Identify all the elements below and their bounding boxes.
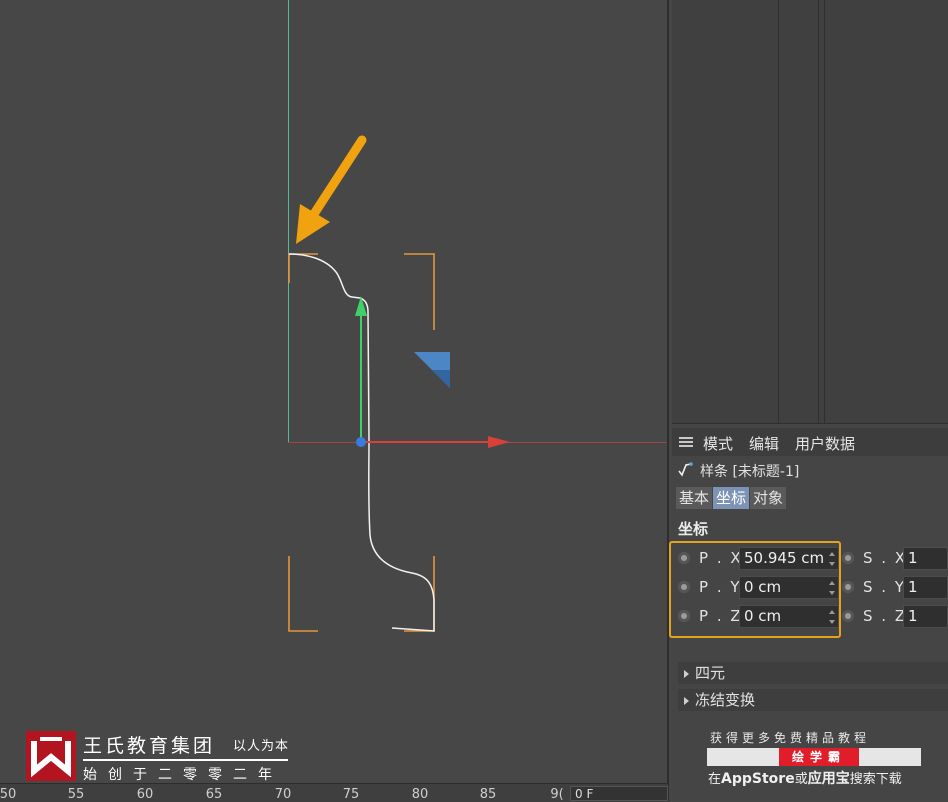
- promo-top-text: 获得更多免费精品教程: [710, 731, 871, 745]
- ruler-tick: 50: [0, 787, 17, 802]
- menu-user-data[interactable]: 用户数据: [795, 433, 855, 454]
- group-label: 冻结变换: [695, 691, 756, 709]
- company-logo: [26, 731, 76, 781]
- company-name: 王氏教育集团: [83, 735, 216, 757]
- ruler-tick: 70: [274, 787, 292, 802]
- triangle-right-icon: [684, 670, 689, 678]
- menu-edit[interactable]: 编辑: [749, 433, 779, 454]
- animate-radio[interactable]: [678, 610, 690, 622]
- y-axis-arrow[interactable]: [355, 296, 367, 316]
- sx-value: 1: [908, 549, 918, 567]
- promo-mid: 或: [794, 772, 808, 787]
- pz-label: P . Z: [699, 607, 743, 625]
- column-divider: [778, 0, 779, 423]
- column-divider: [824, 0, 825, 423]
- field-row-px: P . X 50.945 cm S . X 1: [672, 546, 948, 572]
- section-title: 坐标: [678, 520, 709, 538]
- group-label: 四元: [695, 664, 726, 682]
- px-value: 50.945 cm: [744, 549, 825, 567]
- menu-mode[interactable]: 模式: [703, 433, 733, 454]
- plane-handle-shade: [432, 370, 450, 388]
- sy-label: S . Y: [863, 578, 906, 596]
- gizmo-origin[interactable]: [356, 437, 366, 447]
- promo-store: 应用宝: [807, 771, 850, 787]
- animate-radio[interactable]: [678, 581, 690, 593]
- column-divider: [818, 0, 819, 423]
- spline-icon: [678, 462, 693, 477]
- object-title: 样条 [未标题-1]: [700, 464, 800, 480]
- object-header: 样条 [未标题-1]: [672, 458, 948, 482]
- promo-banner: 获得更多免费精品教程 绘学霸 在AppStore或应用宝搜索下载: [707, 727, 927, 787]
- object-manager-panel[interactable]: [672, 0, 948, 423]
- animate-radio[interactable]: [842, 581, 854, 593]
- ruler-tick: 80: [411, 787, 429, 802]
- py-label: P . Y: [699, 578, 742, 596]
- attribute-tabs: 基本 坐标 对象: [676, 487, 787, 509]
- panel-divider[interactable]: [672, 423, 948, 424]
- company-founded: 始创于二零零二年: [83, 767, 283, 783]
- x-axis-arrow[interactable]: [488, 436, 510, 448]
- triangle-right-icon: [684, 697, 689, 705]
- ruler-tick: 60: [136, 787, 154, 802]
- annotation-arrow-shaft: [309, 135, 367, 219]
- ruler-tick: 65: [205, 787, 223, 802]
- timeline-ruler[interactable]: 50 55 60 65 70 75 80 85 9(: [0, 783, 668, 802]
- tab-object[interactable]: 对象: [750, 487, 787, 509]
- tab-basic[interactable]: 基本: [676, 487, 713, 509]
- sx-label: S . X: [863, 549, 908, 567]
- sy-input[interactable]: 1: [903, 576, 948, 599]
- watermark-divider: [83, 759, 288, 761]
- frame-field[interactable]: 0 F: [570, 786, 668, 801]
- viewport[interactable]: [0, 0, 668, 783]
- viewport-canvas[interactable]: [0, 0, 668, 783]
- promo-post: 搜索下载: [849, 772, 902, 787]
- hamburger-icon[interactable]: [679, 437, 693, 447]
- py-input[interactable]: 0 cm: [739, 576, 839, 599]
- promo-pre: 在: [708, 772, 722, 787]
- viewport-divider[interactable]: [667, 0, 669, 801]
- pz-value: 0 cm: [744, 607, 782, 625]
- ruler-tick: 75: [342, 787, 360, 802]
- sx-input[interactable]: 1: [903, 547, 948, 570]
- promo-bottom-text: 在AppStore或应用宝搜索下载: [708, 768, 902, 788]
- promo-app: AppStore: [721, 771, 795, 787]
- pz-input[interactable]: 0 cm: [739, 605, 839, 628]
- px-label: P . X: [699, 549, 743, 567]
- px-input[interactable]: 50.945 cm: [739, 547, 839, 570]
- animate-radio[interactable]: [842, 610, 854, 622]
- promo-badge-text: 绘学霸: [779, 748, 859, 766]
- promo-badge: 绘学霸: [707, 748, 921, 766]
- ruler-tick: 85: [479, 787, 497, 802]
- sy-value: 1: [908, 578, 918, 596]
- ruler-tick: 55: [67, 787, 85, 802]
- animate-radio[interactable]: [842, 552, 854, 564]
- ruler-tick: 9(: [550, 787, 564, 802]
- sz-value: 1: [908, 607, 918, 625]
- tab-coordinates[interactable]: 坐标: [713, 487, 750, 509]
- company-watermark: 王氏教育集团 以人为本 始创于二零零二年: [26, 731, 296, 785]
- group-freeze-transform[interactable]: 冻结变换: [678, 689, 948, 711]
- animate-radio[interactable]: [678, 552, 690, 564]
- spinner-icon[interactable]: [829, 610, 836, 624]
- field-row-py: P . Y 0 cm S . Y 1: [672, 575, 948, 601]
- attribute-menu-bar: 模式 编辑 用户数据: [672, 428, 948, 456]
- sz-input[interactable]: 1: [903, 605, 948, 628]
- company-slogan: 以人为本: [233, 739, 290, 754]
- sz-label: S . Z: [863, 607, 908, 625]
- spinner-icon[interactable]: [829, 581, 836, 595]
- field-row-pz: P . Z 0 cm S . Z 1: [672, 604, 948, 630]
- spinner-icon[interactable]: [829, 552, 836, 566]
- py-value: 0 cm: [744, 578, 782, 596]
- group-quaternion[interactable]: 四元: [678, 662, 948, 684]
